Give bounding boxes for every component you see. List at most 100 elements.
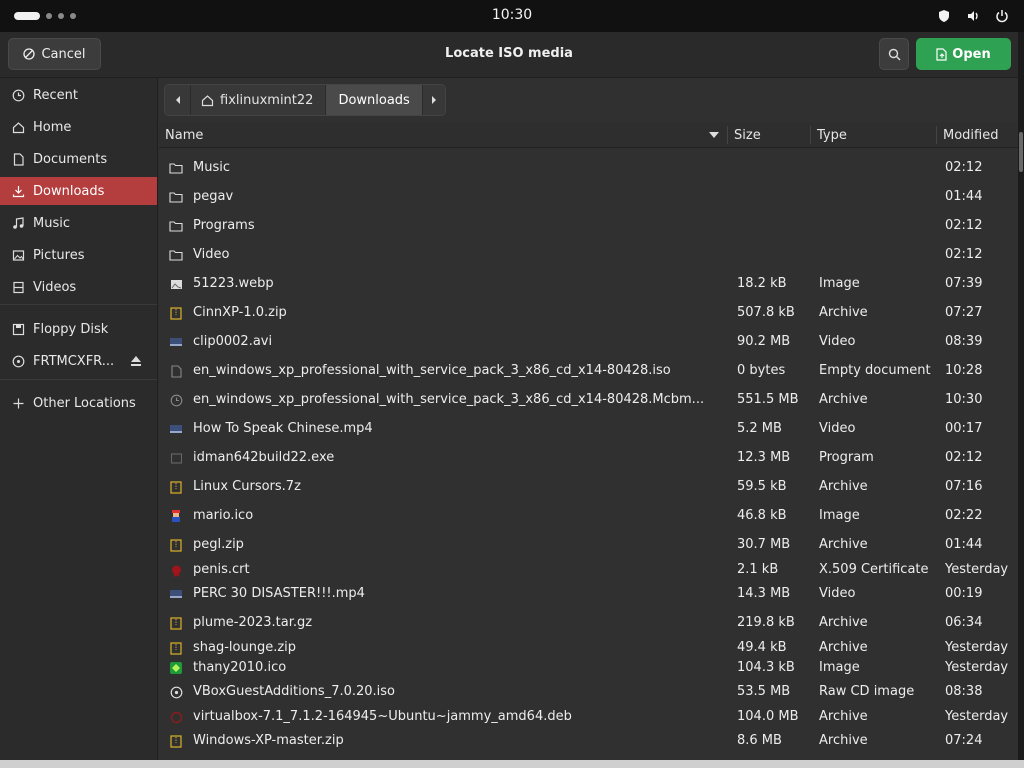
file-row[interactable]: en_windows_xp_professional_with_service_… [159,388,1009,412]
column-type-label: Type [817,127,847,143]
file-row[interactable]: penis.crt 2.1 kB X.509 Certificate Yesterda… [159,558,1009,582]
background-window-strip [0,760,1024,768]
file-modified: Yesterday [945,640,1009,655]
cancel-button[interactable]: Cancel [8,38,101,70]
video-icon [169,422,183,436]
file-size: 8.6 MB [737,733,782,748]
sidebar-item-recent[interactable]: Recent [0,81,157,109]
file-row[interactable]: Windows-XP-master.zip 8.6 MB Archive 07:24 [159,729,1009,753]
file-name: CinnXP-1.0.zip [193,305,287,320]
path-segment-current[interactable]: Downloads [326,85,423,115]
open-button[interactable]: Open [916,38,1011,70]
disc-icon [169,685,183,699]
system-tray[interactable] [936,8,1010,24]
sidebar-item-frtmcxfr[interactable]: FRTMCXFR... [0,347,157,375]
file-type: Archive [819,733,868,748]
path-bar: fixlinuxmint22 Downloads [164,84,446,116]
file-row[interactable]: How To Speak Chinese.mp4 5.2 MB Video 00:17 [159,417,1009,441]
sidebar-item-other-locations[interactable]: Other Locations [0,389,157,417]
file-name: clip0002.avi [193,334,273,349]
file-modified: 01:44 [945,537,983,552]
sidebar-item-videos[interactable]: Videos [0,273,157,301]
column-modified[interactable]: Modified [937,122,1018,148]
file-row[interactable]: 51223.webp 18.2 kB Image 07:39 [159,272,1009,296]
file-type: Raw CD image [819,684,915,699]
volume-icon[interactable] [965,8,981,24]
file-row[interactable]: Programs 02:12 [159,214,1009,238]
file-row[interactable]: plume-2023.tar.gz 219.8 kB Archive 06:34 [159,611,1009,635]
path-forward-button[interactable] [422,85,445,115]
clock[interactable]: 10:30 [0,7,1024,23]
file-modified: Yesterday [945,660,1009,675]
file-name: Video [193,247,230,262]
path-home-label: fixlinuxmint22 [220,92,314,108]
file-name: 51223.webp [193,276,274,291]
disc-icon [11,354,25,368]
file-row[interactable]: Video 02:12 [159,243,1009,267]
sidebar-item-pictures[interactable]: Pictures [0,241,157,269]
file-modified: 07:27 [945,305,983,320]
document-icon [169,364,183,378]
file-name: How To Speak Chinese.mp4 [193,421,373,436]
shield-icon[interactable] [936,8,952,24]
video-icon [169,587,183,601]
file-modified: 00:17 [945,421,983,436]
file-row[interactable]: Linux Cursors.7z 59.5 kB Archive 07:16 [159,475,1009,499]
file-size: 59.5 kB [737,479,787,494]
file-row[interactable]: virtualbox-7.1_7.1.2-164945~Ubuntu~jammy… [159,705,1009,729]
file-row[interactable]: en_windows_xp_professional_with_service_… [159,359,1009,383]
file-modified: 07:16 [945,479,983,494]
folder-icon [169,161,183,175]
file-type: Video [819,586,856,601]
file-row[interactable]: thany2010.ico 104.3 kB Image Yesterday [159,656,1009,680]
file-type: Image [819,508,860,523]
sidebar-item-documents[interactable]: Documents [0,145,157,173]
file-modified: 07:39 [945,276,983,291]
power-icon[interactable] [994,8,1010,24]
file-row[interactable]: pegav 01:44 [159,185,1009,209]
search-button[interactable] [879,38,909,70]
document-icon [11,152,25,166]
file-modified: Yesterday [945,709,1009,724]
eject-icon[interactable] [129,354,143,368]
file-row[interactable]: clip0002.avi 90.2 MB Video 08:39 [159,330,1009,354]
file-size: 2.1 kB [737,562,779,577]
file-row[interactable]: pegl.zip 30.7 MB Archive 01:44 [159,533,1009,557]
file-size: 14.3 MB [737,586,791,601]
sort-down-icon[interactable] [709,132,719,138]
column-header: Name Size Type Modified [159,122,1018,148]
column-name[interactable]: Name [159,122,727,148]
file-list: Name Size Type Modified Music 02:12 pegav 0… [159,122,1018,760]
file-row[interactable]: Music 02:12 [159,156,1009,180]
file-row[interactable]: mario.ico 46.8 kB Image 02:22 [159,504,1009,528]
column-size[interactable]: Size [728,122,810,148]
sidebar-item-downloads[interactable]: Downloads [0,177,157,205]
file-modified: 02:12 [945,450,983,465]
column-type[interactable]: Type [811,122,936,148]
scrollbar-track[interactable] [1018,110,1024,768]
file-row[interactable]: VBoxGuestAdditions_7.0.20.iso 53.5 MB Raw … [159,680,1009,704]
scrollbar-thumb[interactable] [1019,132,1023,172]
sidebar-item-floppy-disk[interactable]: Floppy Disk [0,315,157,343]
file-row[interactable]: CinnXP-1.0.zip 507.8 kB Archive 07:27 [159,301,1009,325]
file-size: 5.2 MB [737,421,782,436]
file-name: plume-2023.tar.gz [193,615,313,630]
file-row[interactable]: PERC 30 DISASTER!!!.mp4 14.3 MB Video 00:19 [159,582,1009,606]
file-modified: 08:39 [945,334,983,349]
cancel-icon [23,48,36,60]
path-segment-home[interactable]: fixlinuxmint22 [191,85,327,115]
file-type: Image [819,276,860,291]
path-back-button[interactable] [165,85,191,115]
sidebar-item-music[interactable]: Music [0,209,157,237]
file-row[interactable]: idman642build22.exe 12.3 MB Program 02:12 [159,446,1009,470]
file-size: 30.7 MB [737,537,791,552]
film-icon [11,280,25,294]
file-size: 219.8 kB [737,615,795,630]
sidebar-item-home[interactable]: Home [0,113,157,141]
file-type: Archive [819,305,868,320]
file-modified: 01:44 [945,189,983,204]
file-name: mario.ico [193,508,254,523]
file-size: 90.2 MB [737,334,791,349]
video-icon [169,335,183,349]
sidebar-separator [0,304,157,305]
